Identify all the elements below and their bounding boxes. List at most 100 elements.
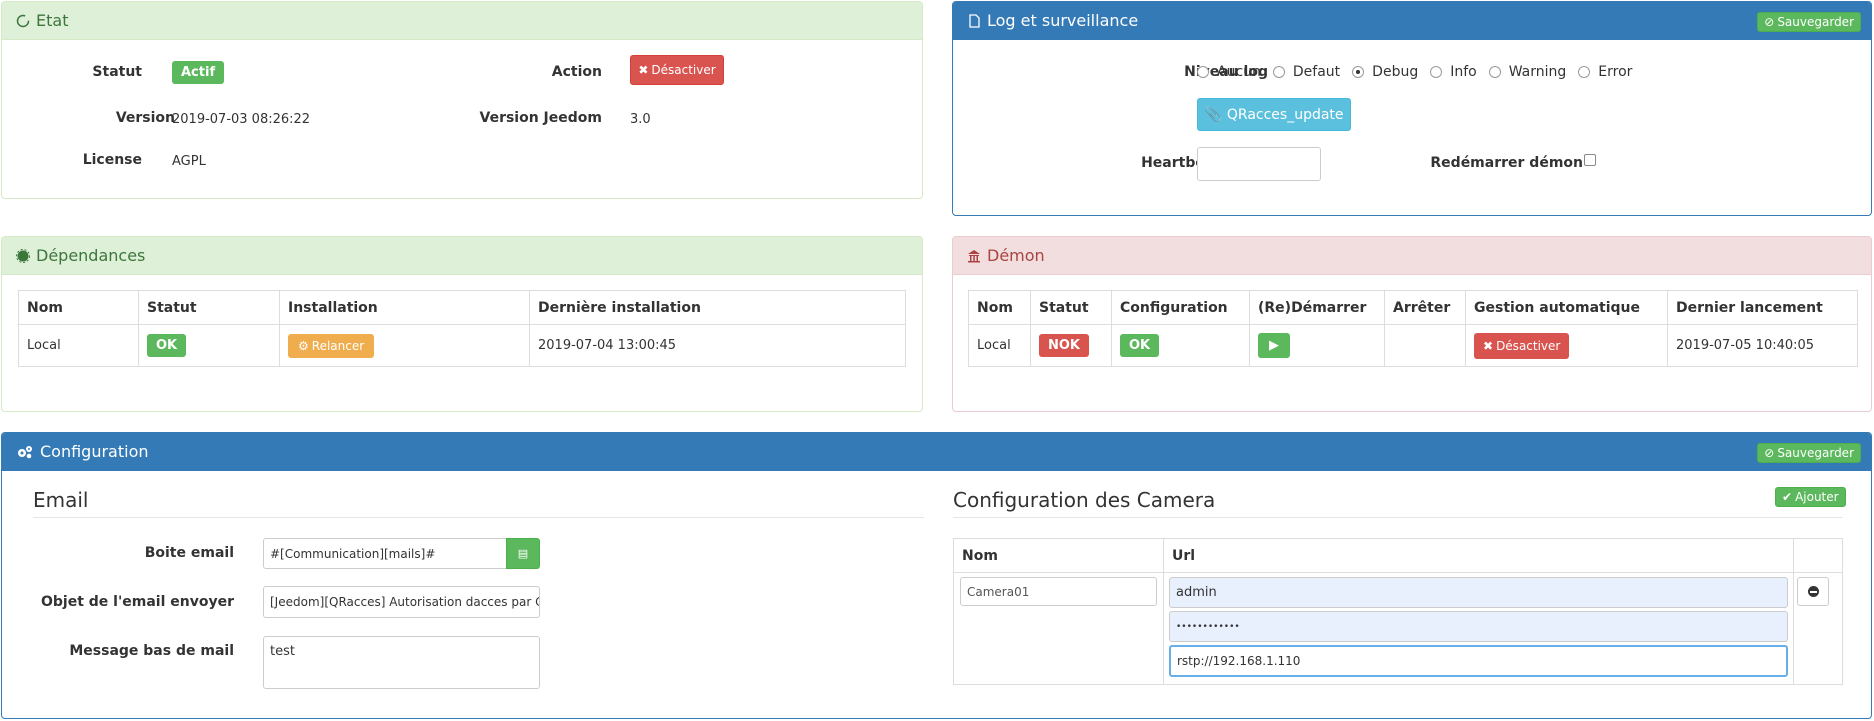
col-arreter: Arrêter — [1384, 290, 1466, 325]
demon-start-button[interactable]: ▶ — [1258, 333, 1290, 358]
minus-circle-icon — [1807, 586, 1819, 597]
relancer-button[interactable]: ⚙ Relancer — [288, 333, 375, 358]
demon-arreter-cell — [1384, 324, 1466, 367]
radio-aucun[interactable]: Aucun — [1197, 64, 1261, 80]
heartbeat-input[interactable] — [1197, 147, 1321, 181]
boite-email-label: Boite email — [144, 545, 234, 561]
demon-table: Nom Statut Configuration (Re)Démarrer Ar… — [968, 290, 1858, 367]
version-value: 2019-07-03 08:26:22 — [172, 112, 311, 127]
log-title: Log et surveillance — [987, 11, 1139, 30]
etat-heading: Etat — [2, 2, 922, 40]
etat-panel: Etat Statut Actif Action ✖ Désactiver Ver… — [1, 1, 923, 199]
dep-statut-badge: OK — [147, 334, 187, 357]
demon-desactiver-button[interactable]: ✖ Désactiver — [1474, 332, 1570, 359]
file-icon — [969, 13, 980, 28]
dep-derniere: 2019-07-04 13:00:45 — [529, 324, 906, 367]
col-nom: Nom — [968, 290, 1031, 325]
col-installation: Installation — [279, 290, 530, 325]
logs-qracces-button[interactable]: 📎 QRacces_update — [1197, 98, 1351, 131]
col-dernier-lancement: Dernier lancement — [1667, 290, 1858, 325]
col-gestion-auto: Gestion automatique — [1465, 290, 1668, 325]
certificate-icon — [16, 248, 30, 263]
demon-config-cell: OK — [1111, 324, 1250, 367]
action-label: Action — [551, 64, 602, 80]
camera-user-input[interactable]: admin — [1169, 577, 1788, 608]
configuration-panel: Configuration ⊘ Sauvegarder Email Boite e… — [1, 432, 1872, 719]
configuration-heading: Configuration — [2, 433, 1871, 471]
ajouter-button[interactable]: ✔ Ajouter — [1775, 487, 1846, 507]
license-value: AGPL — [172, 154, 206, 169]
demon-gestion-cell: ✖ Désactiver — [1465, 324, 1668, 367]
col-statut: Statut — [1030, 290, 1112, 325]
col-nom: Nom — [953, 538, 1164, 573]
radio-error[interactable]: Error — [1578, 64, 1632, 80]
demon-nom: Local — [968, 324, 1031, 367]
col-action — [1793, 538, 1843, 573]
dependances-table: Nom Statut Installation Dernière install… — [18, 290, 906, 367]
redemarrer-label: Redémarrer démon — [1430, 155, 1583, 171]
camera-remove-button[interactable] — [1797, 577, 1829, 606]
dep-nom: Local — [18, 324, 139, 367]
log-save-button[interactable]: ⊘ Sauvegarder — [1757, 12, 1861, 32]
email-section-title: Email — [33, 488, 89, 512]
version-label: Version — [115, 110, 175, 126]
radio-info[interactable]: Info — [1430, 64, 1477, 80]
objet-email-label: Objet de l'email envoyer — [41, 594, 234, 610]
check-circle-icon: ⊘ — [1764, 15, 1775, 29]
dependances-heading: Dépendances — [2, 237, 922, 275]
message-textarea[interactable]: test — [263, 636, 540, 689]
refresh-icon — [16, 14, 30, 27]
list-alt-icon: ▤ — [517, 547, 529, 560]
demon-redemarrer-cell: ▶ — [1249, 324, 1385, 367]
times-icon: ✖ — [638, 63, 649, 77]
boite-email-select-button[interactable]: ▤ — [506, 538, 540, 569]
demon-dernier: 2019-07-05 10:40:05 — [1667, 324, 1858, 367]
paperclip-icon: 📎 — [1204, 106, 1222, 123]
demon-config-badge: OK — [1120, 334, 1160, 357]
col-url: Url — [1163, 538, 1794, 573]
dep-statut-cell: OK — [138, 324, 280, 367]
university-icon — [968, 249, 980, 262]
objet-email-input[interactable]: [Jeedom][QRacces] Autorisation dacces pa… — [263, 586, 540, 618]
play-icon: ▶ — [1269, 338, 1279, 353]
col-derniere-installation: Dernière installation — [529, 290, 906, 325]
cogs-icon — [18, 445, 32, 458]
etat-desactiver-button[interactable]: ✖ Désactiver — [630, 55, 724, 85]
statut-label: Statut — [92, 64, 142, 80]
log-heading: Log et surveillance — [953, 2, 1871, 40]
table-header-row: Nom Url — [953, 538, 1843, 573]
camera-divider — [953, 517, 1843, 518]
demon-panel: Démon Nom Statut Configuration (Re)Démar… — [952, 236, 1872, 412]
jeedom-label: Version Jeedom — [479, 110, 603, 126]
radio-debug[interactable]: Debug — [1352, 64, 1418, 80]
demon-title: Démon — [987, 246, 1045, 265]
camera-password-input[interactable]: •••••••••••• — [1169, 611, 1788, 642]
dependances-panel: Dépendances Nom Statut Installation Dern… — [1, 236, 923, 412]
radio-warning[interactable]: Warning — [1488, 64, 1566, 80]
demon-statut-cell: NOK — [1030, 324, 1112, 367]
radio-defaut[interactable]: Defaut — [1272, 64, 1340, 80]
email-divider — [33, 517, 924, 518]
jeedom-value: 3.0 — [630, 112, 651, 127]
license-label: License — [82, 152, 142, 168]
col-nom: Nom — [18, 290, 139, 325]
camera-section-title: Configuration des Camera — [953, 488, 1216, 512]
table-header-row: Nom Statut Configuration (Re)Démarrer Ar… — [968, 290, 1858, 325]
dep-install-cell: ⚙ Relancer — [279, 324, 530, 367]
niveau-log-radios: Aucun Defaut Debug Info Warning Error — [1197, 64, 1644, 80]
configuration-title: Configuration — [40, 442, 149, 461]
col-redemarrer: (Re)Démarrer — [1249, 290, 1385, 325]
statut-badge: Actif — [172, 61, 225, 84]
redemarrer-checkbox[interactable] — [1584, 154, 1596, 166]
log-panel: Log et surveillance ⊘ Sauvegarder Niveau … — [952, 1, 1872, 216]
table-row: Local NOK OK ▶ ✖ Désactiver 2019-07-05 10… — [968, 324, 1858, 367]
config-save-button[interactable]: ⊘ Sauvegarder — [1757, 443, 1861, 463]
table-row: Local OK ⚙ Relancer 2019-07-04 13:00:45 — [18, 324, 906, 367]
boite-email-input[interactable]: #[Communication][mails]# — [263, 538, 507, 569]
camera-nom-input[interactable]: Camera01 — [960, 577, 1157, 606]
etat-title: Etat — [36, 11, 69, 30]
camera-url-input[interactable]: rstp://192.168.1.110 — [1169, 645, 1788, 677]
col-statut: Statut — [138, 290, 280, 325]
demon-statut-badge: NOK — [1039, 334, 1090, 357]
check-circle-icon: ⊘ — [1764, 446, 1775, 460]
